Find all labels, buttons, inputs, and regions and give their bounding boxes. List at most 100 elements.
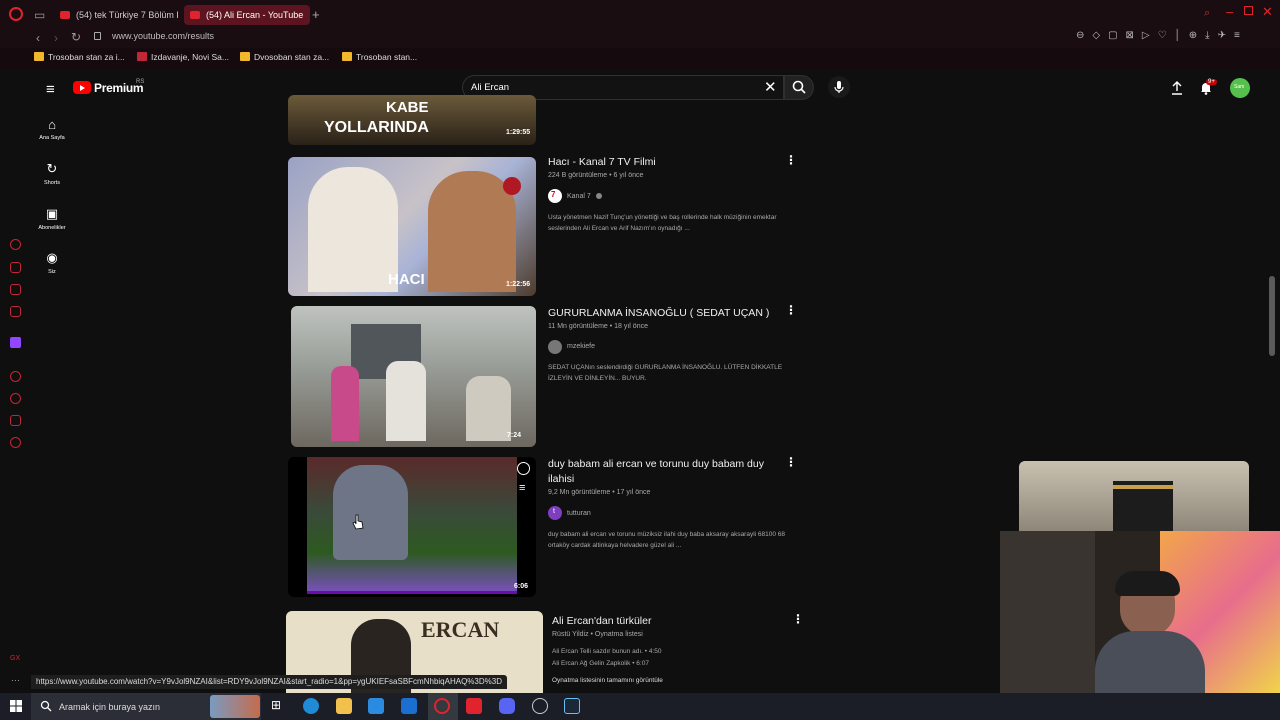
more-actions-icon[interactable]: ⋮: [785, 303, 797, 317]
video-title[interactable]: Hacı - Kanal 7 TV Filmi: [548, 155, 656, 170]
voice-search-button[interactable]: [828, 76, 850, 98]
browser-tab-active[interactable]: (54) Ali Ercan - YouTube: [184, 5, 310, 25]
search-button[interactable]: [784, 75, 814, 100]
extensions-icon[interactable]: [10, 415, 21, 426]
youtube-logo-icon[interactable]: [73, 81, 91, 94]
home-icon: ⌂: [48, 117, 56, 132]
microsoft-store-icon[interactable]: [368, 698, 384, 714]
tab-label: (54) Ali Ercan - YouTube: [206, 10, 304, 20]
video-thumbnail[interactable]: 6:06 ≡: [288, 457, 536, 597]
webcam-background: [1000, 531, 1095, 693]
guide-label: Siz: [48, 269, 56, 275]
close-window-icon[interactable]: ✕: [1262, 4, 1273, 20]
recording-app-icon[interactable]: [466, 698, 482, 714]
thumbnail-figure: [333, 465, 408, 560]
watch-later-clock-icon[interactable]: [517, 462, 530, 475]
channel-name[interactable]: mzekiefe: [567, 343, 595, 350]
new-tab-plus-icon[interactable]: +: [312, 7, 320, 22]
channel-avatar[interactable]: t: [548, 506, 562, 520]
history-icon[interactable]: [10, 393, 21, 404]
windows-start-icon[interactable]: [10, 700, 22, 712]
bookmark-item[interactable]: Trosoban stan...: [342, 52, 417, 62]
channel-avatar[interactable]: [548, 340, 562, 354]
channel-name[interactable]: Kanal 7: [567, 193, 591, 200]
steam-icon[interactable]: [564, 698, 580, 714]
upload-icon[interactable]: [1169, 80, 1185, 96]
video-thumbnail[interactable]: KABE YOLLARINDA 1:29:55: [288, 95, 536, 145]
bookmark-label: Izdavanje, Novi Sa...: [151, 52, 229, 62]
bookmark-item[interactable]: Dvosoban stan za...: [240, 52, 329, 62]
clear-search-icon[interactable]: ✕: [764, 78, 777, 96]
more-dots-icon[interactable]: ···: [11, 675, 20, 685]
forward-arrow-icon[interactable]: ›: [54, 31, 58, 45]
guide-item-you[interactable]: ◉ Siz: [31, 250, 73, 275]
edge-browser-icon[interactable]: [303, 698, 319, 714]
account-avatar[interactable]: Sam: [1230, 78, 1250, 98]
address-bar-toolbar-icons[interactable]: ⊖◇▢⊠▷♡│⊕⤓✈≡: [1076, 30, 1276, 44]
thumbnail-text: HACI: [388, 271, 425, 288]
shorts-icon: ↻: [46, 161, 58, 176]
region-code: RS: [136, 79, 145, 85]
obs-icon[interactable]: [532, 698, 548, 714]
url-field[interactable]: www.youtube.com/results: [112, 31, 214, 41]
settings-gear-icon[interactable]: [10, 437, 21, 448]
minimize-window-icon[interactable]: –: [1226, 4, 1233, 19]
discord-icon[interactable]: [499, 698, 515, 714]
webcam-person-hair: [1115, 571, 1180, 596]
back-arrow-icon[interactable]: ‹: [36, 31, 40, 45]
playlist-video-item[interactable]: Ali Ercan Ağ Gelin Zapkolik • 6:07: [552, 658, 649, 669]
opera-gx-icon[interactable]: GX: [10, 655, 20, 662]
guide-item-shorts[interactable]: ↻ Shorts: [31, 161, 73, 186]
youtube-favicon-icon: [60, 11, 70, 19]
taskbar-search-input[interactable]: Aramak için buraya yazın: [59, 702, 160, 712]
aria-icon[interactable]: [10, 262, 21, 273]
mail-icon[interactable]: [401, 698, 417, 714]
you-icon: ◉: [46, 250, 58, 265]
video-thumbnail[interactable]: 7:24: [291, 306, 536, 447]
guide-item-subscriptions[interactable]: ▣ Abonelikler: [31, 206, 73, 231]
lock-icon: [94, 32, 101, 40]
rose-image: [503, 177, 521, 195]
video-title[interactable]: GURURLANMA İNSANOĞLU ( SEDAT UÇAN ): [548, 306, 769, 321]
hamburger-menu-icon[interactable]: ≡: [46, 81, 55, 98]
video-title[interactable]: duy babam ali ercan ve torunu duy babam …: [548, 457, 773, 487]
playlist-video-item[interactable]: Ali Ercan Telli sazdır bunun adı. • 4:50: [552, 646, 661, 657]
microphone-icon: [834, 81, 844, 93]
search-input[interactable]: Ali Ercan: [471, 82, 509, 93]
channel-name[interactable]: tutturan: [567, 510, 591, 517]
reload-icon[interactable]: ↻: [71, 30, 81, 44]
search-icon: [792, 80, 806, 94]
channel-avatar[interactable]: 7: [548, 189, 562, 203]
video-progress-bar: [307, 591, 517, 594]
task-view-icon[interactable]: ⊞: [271, 698, 281, 712]
player-icon[interactable]: [10, 371, 21, 382]
speed-dial-icon[interactable]: [10, 239, 21, 250]
messenger-icon[interactable]: [10, 284, 21, 295]
twitch-icon[interactable]: [10, 337, 21, 348]
page-scrollbar-thumb[interactable]: [1269, 276, 1275, 356]
vk-icon[interactable]: [10, 306, 21, 317]
search-highlight-image: [210, 695, 260, 718]
video-metadata: 9,2 Mn görüntüleme • 17 yıl önce: [548, 489, 651, 496]
sidebar-ad-image[interactable]: [1019, 461, 1249, 531]
kaaba-band: [1113, 485, 1173, 489]
file-explorer-icon[interactable]: [336, 698, 352, 714]
browser-tab[interactable]: (54) tek Türkiye 7 Bölüm F: [54, 5, 178, 25]
opera-logo-icon[interactable]: [9, 7, 23, 21]
maximize-window-icon[interactable]: [1244, 6, 1253, 15]
bookmark-item[interactable]: Izdavanje, Novi Sa...: [137, 52, 229, 62]
guide-item-home[interactable]: ⌂ Ana Sayfa: [31, 117, 73, 141]
more-actions-icon[interactable]: ⋮: [785, 455, 797, 469]
video-description: duy babam ali ercan ve torunu müziksiz i…: [548, 531, 786, 549]
playlist-title[interactable]: Ali Ercan'dan türküler: [552, 614, 651, 629]
search-tabs-icon[interactable]: ⌕: [1204, 7, 1210, 20]
more-actions-icon[interactable]: ⋮: [785, 153, 797, 167]
add-to-queue-icon[interactable]: ≡: [519, 482, 525, 494]
tab-menu-icon[interactable]: ▭: [34, 8, 45, 22]
bookmark-item[interactable]: Trosoban stan za i...: [34, 52, 125, 62]
more-actions-icon[interactable]: ⋮: [792, 612, 804, 626]
opera-gx-taskbar-icon[interactable]: [434, 698, 450, 714]
search-icon: [40, 700, 52, 712]
video-thumbnail[interactable]: HACI 1:22:56: [288, 157, 536, 296]
view-full-playlist-link[interactable]: Oynatma listesinin tamamını görüntüle: [552, 675, 663, 686]
